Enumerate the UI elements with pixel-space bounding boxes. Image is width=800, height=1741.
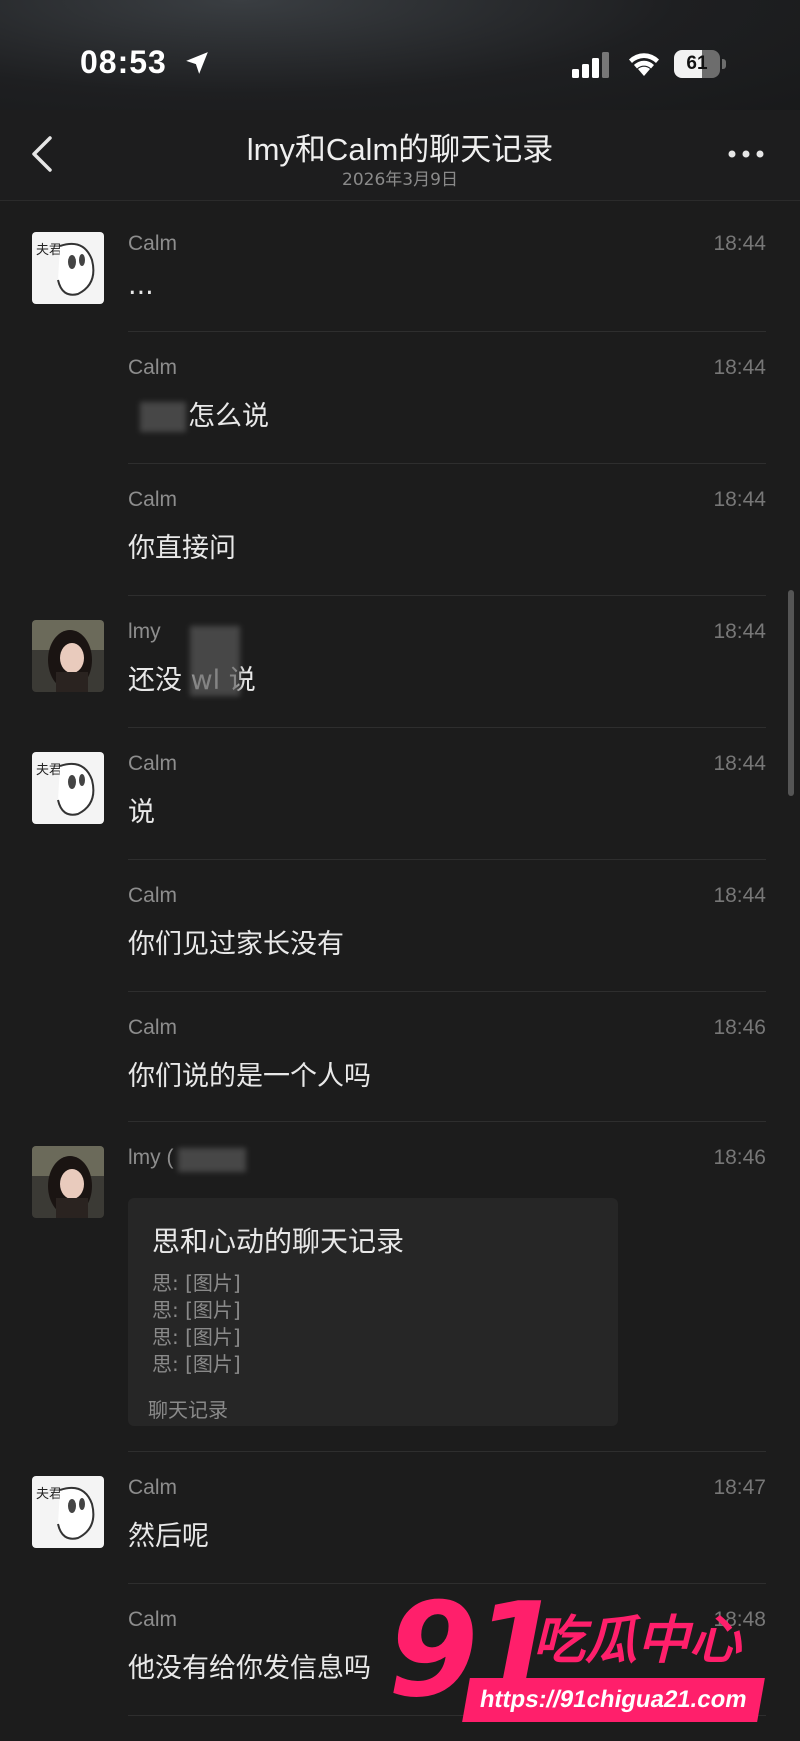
message-text: 怎么说 bbox=[188, 401, 269, 432]
message-time: 18:44 bbox=[713, 356, 766, 379]
message-time: 18:44 bbox=[713, 884, 766, 907]
sender-name: Calm bbox=[128, 232, 178, 255]
message-item[interactable]: lmy 18:44 还没 wl 说 bbox=[0, 596, 800, 728]
message-time: 18:46 bbox=[713, 1016, 766, 1039]
card-preview-lines: 思: [图片] 思: [图片] 思: [图片] 思: [图片] bbox=[152, 1270, 241, 1378]
sender-name: lmy bbox=[128, 620, 161, 643]
message-item[interactable]: 夫君 Calm 18:44 说 bbox=[0, 728, 800, 860]
message-text: 你直接问 bbox=[128, 533, 236, 564]
sender-name: Calm bbox=[128, 1608, 178, 1631]
sender-name: Calm bbox=[128, 488, 178, 511]
avatar-calm[interactable]: 夫君 bbox=[32, 1476, 104, 1548]
sender-name: Calm bbox=[128, 1016, 178, 1039]
location-arrow-icon bbox=[186, 52, 208, 74]
redaction-blur bbox=[178, 1148, 246, 1172]
message-item[interactable]: Calm 18:46 你们说的是一个人吗 bbox=[0, 992, 800, 1122]
card-line: 思: [图片] bbox=[152, 1325, 241, 1349]
cellular-signal-icon bbox=[572, 52, 609, 78]
chat-record-card[interactable]: 思和心动的聊天记录 思: [图片] 思: [图片] 思: [图片] 思: [图片… bbox=[128, 1198, 618, 1426]
message-time: 18:47 bbox=[713, 1476, 766, 1499]
sender-name: lmy ( bbox=[128, 1146, 174, 1169]
svg-text:夫君: 夫君 bbox=[36, 243, 62, 258]
message-time: 18:44 bbox=[713, 488, 766, 511]
card-line: 思: [图片] bbox=[152, 1352, 241, 1376]
status-bar: 08:53 61 bbox=[0, 0, 800, 120]
sender-name: Calm bbox=[128, 356, 178, 379]
svg-text:夫君: 夫君 bbox=[36, 1487, 62, 1502]
avatar-calm[interactable]: 夫君 bbox=[32, 232, 104, 304]
calm-avatar-icon: 夫君 bbox=[32, 232, 104, 304]
message-text: 说 bbox=[128, 797, 155, 828]
status-time: 08:53 bbox=[80, 44, 167, 80]
message-text: 你们见过家长没有 bbox=[128, 929, 344, 960]
card-line: 思: [图片] bbox=[152, 1271, 241, 1295]
message-time: 18:44 bbox=[713, 232, 766, 255]
redaction-blur bbox=[140, 402, 186, 432]
avatar-calm[interactable]: 夫君 bbox=[32, 752, 104, 824]
sender-name: Calm bbox=[128, 884, 178, 907]
nav-bar: lmy和Calm的聊天记录 2026年3月9日 bbox=[0, 110, 800, 201]
scrollbar[interactable] bbox=[788, 590, 794, 796]
message-item[interactable]: Calm 18:44 你直接问 bbox=[0, 464, 800, 596]
sender-name: Calm bbox=[128, 1476, 178, 1499]
avatar-lmy[interactable] bbox=[32, 620, 104, 692]
battery-level: 61 bbox=[686, 53, 708, 74]
message-time: 18:44 bbox=[713, 620, 766, 643]
calm-avatar-icon: 夫君 bbox=[32, 1476, 104, 1548]
wifi-icon bbox=[629, 53, 659, 76]
message-item[interactable]: 夫君 Calm 18:47 然后呢 bbox=[0, 1452, 800, 1584]
message-text: 然后呢 bbox=[128, 1521, 209, 1552]
watermark-brand: 吃瓜中心 bbox=[533, 1611, 742, 1671]
sender-name: Calm bbox=[128, 752, 178, 775]
watermark-url: https://91chigua21.com bbox=[462, 1678, 765, 1722]
chat-date: 2026年3月9日 bbox=[342, 170, 458, 190]
message-item[interactable]: 夫君 Calm 18:44 ... bbox=[0, 208, 800, 332]
message-time: 18:46 bbox=[713, 1146, 766, 1169]
card-title: 思和心动的聊天记录 bbox=[152, 1225, 405, 1258]
more-options-icon[interactable] bbox=[726, 144, 766, 164]
message-text: ... bbox=[128, 270, 154, 301]
redaction-blur bbox=[190, 626, 240, 696]
message-text: 他没有给你发信息吗 bbox=[128, 1653, 371, 1684]
back-chevron-icon[interactable] bbox=[26, 134, 60, 174]
message-text: 你们说的是一个人吗 bbox=[128, 1061, 371, 1092]
message-item[interactable]: lmy ( 18:46 思和心动的聊天记录 思: [图片] 思: [图片] 思:… bbox=[0, 1122, 800, 1452]
message-item[interactable]: Calm 18:44 怎么说 bbox=[0, 332, 800, 464]
battery-icon: 61 bbox=[674, 50, 726, 78]
message-time: 18:44 bbox=[713, 752, 766, 775]
avatar-lmy[interactable] bbox=[32, 1146, 104, 1218]
calm-avatar-icon: 夫君 bbox=[32, 752, 104, 824]
message-item[interactable]: Calm 18:44 你们见过家长没有 bbox=[0, 860, 800, 992]
card-footer: 聊天记录 bbox=[148, 1398, 228, 1422]
chat-title: lmy和Calm的聊天记录 bbox=[246, 132, 554, 167]
lmy-avatar-icon bbox=[32, 1146, 104, 1218]
watermark: 91 吃瓜中心 https://91chigua21.com bbox=[388, 1574, 798, 1740]
svg-text:夫君: 夫君 bbox=[36, 763, 62, 778]
card-line: 思: [图片] bbox=[152, 1298, 241, 1322]
lmy-avatar-icon bbox=[32, 620, 104, 692]
